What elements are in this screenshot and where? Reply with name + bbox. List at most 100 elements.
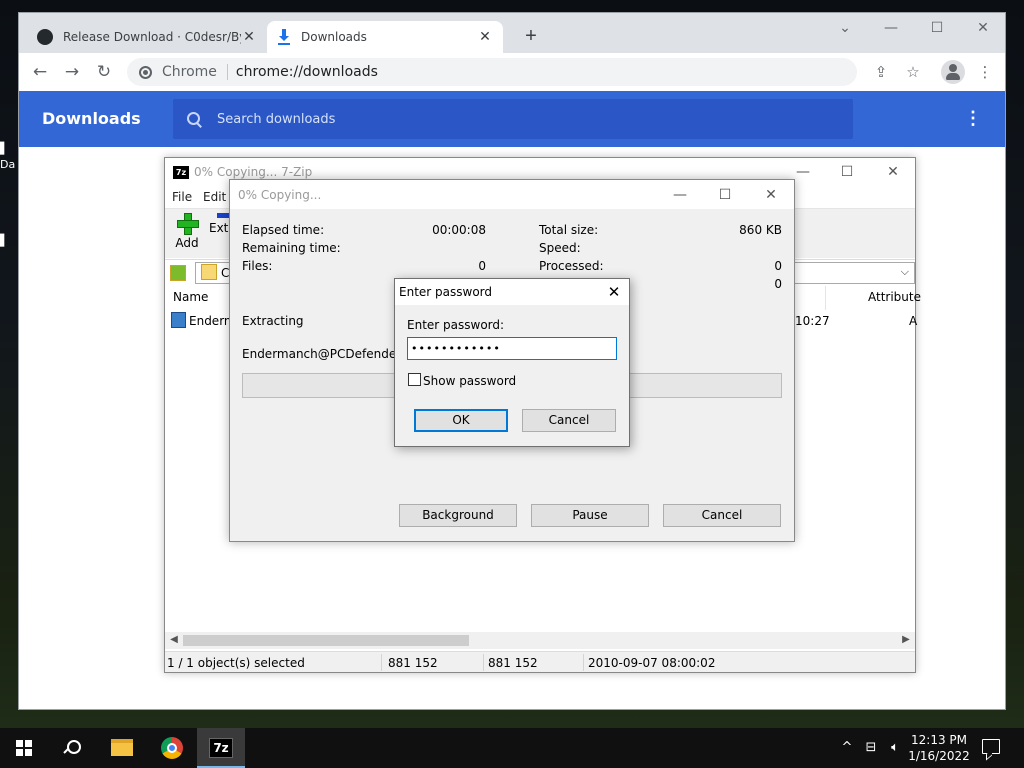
speed-label: Speed:	[539, 241, 581, 255]
close-button[interactable]: ✕	[873, 161, 913, 183]
add-button[interactable]: Add	[167, 213, 207, 250]
maximize-button[interactable]: ☐	[705, 184, 745, 206]
up-folder-icon[interactable]	[170, 265, 186, 281]
download-icon	[278, 29, 290, 45]
search-icon	[187, 112, 201, 126]
network-icon[interactable]: ⊟	[862, 739, 880, 757]
clock-time: 12:13 PM	[911, 733, 967, 747]
downloads-more-icon[interactable]: ⋮	[963, 107, 983, 131]
tab-search-icon[interactable]: ⌄	[825, 17, 865, 39]
password-titlebar[interactable]: Enter password ✕	[395, 279, 629, 305]
taskbar-file-explorer[interactable]	[98, 728, 146, 768]
taskbar-7zip[interactable]: 7z	[197, 728, 245, 768]
omnibox-url[interactable]: chrome://downloads	[236, 64, 378, 80]
search-input[interactable]	[217, 111, 817, 127]
chevron-down-icon[interactable]: ⌵	[901, 266, 909, 279]
profile-avatar[interactable]	[941, 60, 965, 84]
maximize-button[interactable]: ☐	[917, 17, 957, 39]
status-divider	[583, 654, 584, 671]
horizontal-scrollbar[interactable]: ◀ ▶	[165, 632, 915, 649]
address-bar[interactable]: Chrome chrome://downloads	[127, 58, 857, 86]
scroll-right-icon[interactable]: ▶	[899, 633, 913, 647]
browser-toolbar: ← → ↻ Chrome chrome://downloads ⇪ ☆ ⋮	[19, 53, 1005, 91]
close-button[interactable]: ✕	[751, 184, 791, 206]
status-divider	[381, 654, 382, 671]
remaining-label: Remaining time:	[242, 241, 341, 255]
add-plus-icon	[177, 213, 199, 235]
status-bar: 1 / 1 object(s) selected 881 152 881 152…	[165, 651, 915, 672]
tab-release-download[interactable]: Release Download · C0desr/Bypa ✕	[27, 21, 267, 53]
taskbar: 7z ^ ⊟ 🔈︎ 12:13 PM 1/16/2022	[0, 728, 1024, 768]
desktop-icon-stub[interactable]: ▌	[0, 142, 18, 155]
new-tab-button[interactable]: +	[519, 25, 543, 49]
forward-button[interactable]: →	[61, 61, 83, 83]
processed-value: 0	[774, 259, 782, 273]
clock[interactable]: 12:13 PM 1/16/2022	[906, 732, 972, 764]
total-size-label: Total size:	[539, 223, 599, 237]
omnibox-divider	[226, 64, 228, 80]
taskbar-chrome[interactable]	[148, 728, 196, 768]
action-label: Extracting	[242, 314, 304, 328]
bookmark-star-icon[interactable]: ☆	[901, 61, 925, 83]
password-input[interactable]	[407, 337, 617, 360]
background-button[interactable]: Background	[399, 504, 517, 527]
column-name[interactable]: Name	[173, 290, 208, 304]
downloads-search[interactable]	[173, 99, 853, 139]
share-icon[interactable]: ⇪	[869, 61, 893, 83]
tab-title: Downloads	[301, 30, 367, 44]
add-label: Add	[175, 236, 199, 250]
password-dialog: Enter password ✕ Enter password: Show pa…	[394, 278, 630, 447]
scroll-left-icon[interactable]: ◀	[167, 633, 181, 647]
file-attr: A	[909, 314, 918, 328]
scrollbar-thumb[interactable]	[183, 635, 469, 646]
clock-date: 1/16/2022	[908, 749, 970, 763]
desktop-icon-stub-2[interactable]: ▌	[0, 234, 18, 247]
maximize-button[interactable]: ☐	[827, 161, 867, 183]
minimize-button[interactable]: —	[871, 17, 911, 39]
status-modified: 2010-09-07 08:00:02	[588, 656, 716, 670]
file-icon	[171, 312, 186, 328]
chevron-up-icon[interactable]: ^	[838, 739, 856, 757]
chrome-icon	[161, 737, 183, 759]
search-icon[interactable]	[64, 740, 81, 756]
downloads-header: Downloads ⋮	[19, 91, 1005, 147]
page-title: Downloads	[42, 109, 141, 128]
tab-strip: Release Download · C0desr/Bypa ✕ Downloa…	[19, 13, 1005, 53]
minimize-button[interactable]: —	[660, 184, 700, 206]
chrome-page-icon[interactable]	[139, 65, 152, 79]
tab-close-icon[interactable]: ✕	[241, 29, 257, 45]
processed-label: Processed:	[539, 259, 604, 273]
back-button[interactable]: ←	[29, 61, 51, 83]
github-icon	[37, 29, 53, 45]
windows-start-icon[interactable]	[16, 740, 32, 756]
file-time: 10:27	[795, 314, 830, 328]
ok-button[interactable]: OK	[414, 409, 508, 432]
copying-titlebar[interactable]: 0% Copying... — ☐ ✕	[230, 180, 794, 209]
column-attributes[interactable]: Attribute	[868, 290, 921, 304]
tab-close-icon[interactable]: ✕	[477, 29, 493, 45]
cancel-button[interactable]: Cancel	[522, 409, 616, 432]
close-button[interactable]: ✕	[963, 17, 1003, 39]
menu-file[interactable]: File	[172, 190, 192, 204]
omnibox-site-label: Chrome	[162, 64, 217, 80]
show-password-checkbox[interactable]	[408, 373, 421, 386]
menu-edit[interactable]: Edit	[203, 190, 226, 204]
volume-muted-icon[interactable]: 🔈︎	[886, 739, 904, 757]
show-password-label[interactable]: Show password	[423, 374, 516, 388]
pause-button[interactable]: Pause	[531, 504, 649, 527]
tab-downloads[interactable]: Downloads ✕	[267, 21, 503, 53]
sevenzip-icon: 7z	[209, 738, 233, 758]
close-icon[interactable]: ✕	[601, 282, 627, 302]
folder-icon	[111, 739, 133, 756]
password-label: Enter password:	[407, 318, 505, 332]
column-divider[interactable]	[825, 286, 826, 310]
total-size-value: 860 KB	[739, 223, 782, 237]
dialog-title: 0% Copying...	[238, 188, 322, 202]
status-divider	[483, 654, 484, 671]
chrome-menu-icon[interactable]: ⋮	[973, 61, 997, 83]
cancel-button[interactable]: Cancel	[663, 504, 781, 527]
status-packed: 881 152	[488, 656, 538, 670]
reload-button[interactable]: ↻	[93, 61, 115, 83]
notification-icon[interactable]	[982, 739, 1000, 754]
packed-value: 0	[774, 277, 782, 291]
